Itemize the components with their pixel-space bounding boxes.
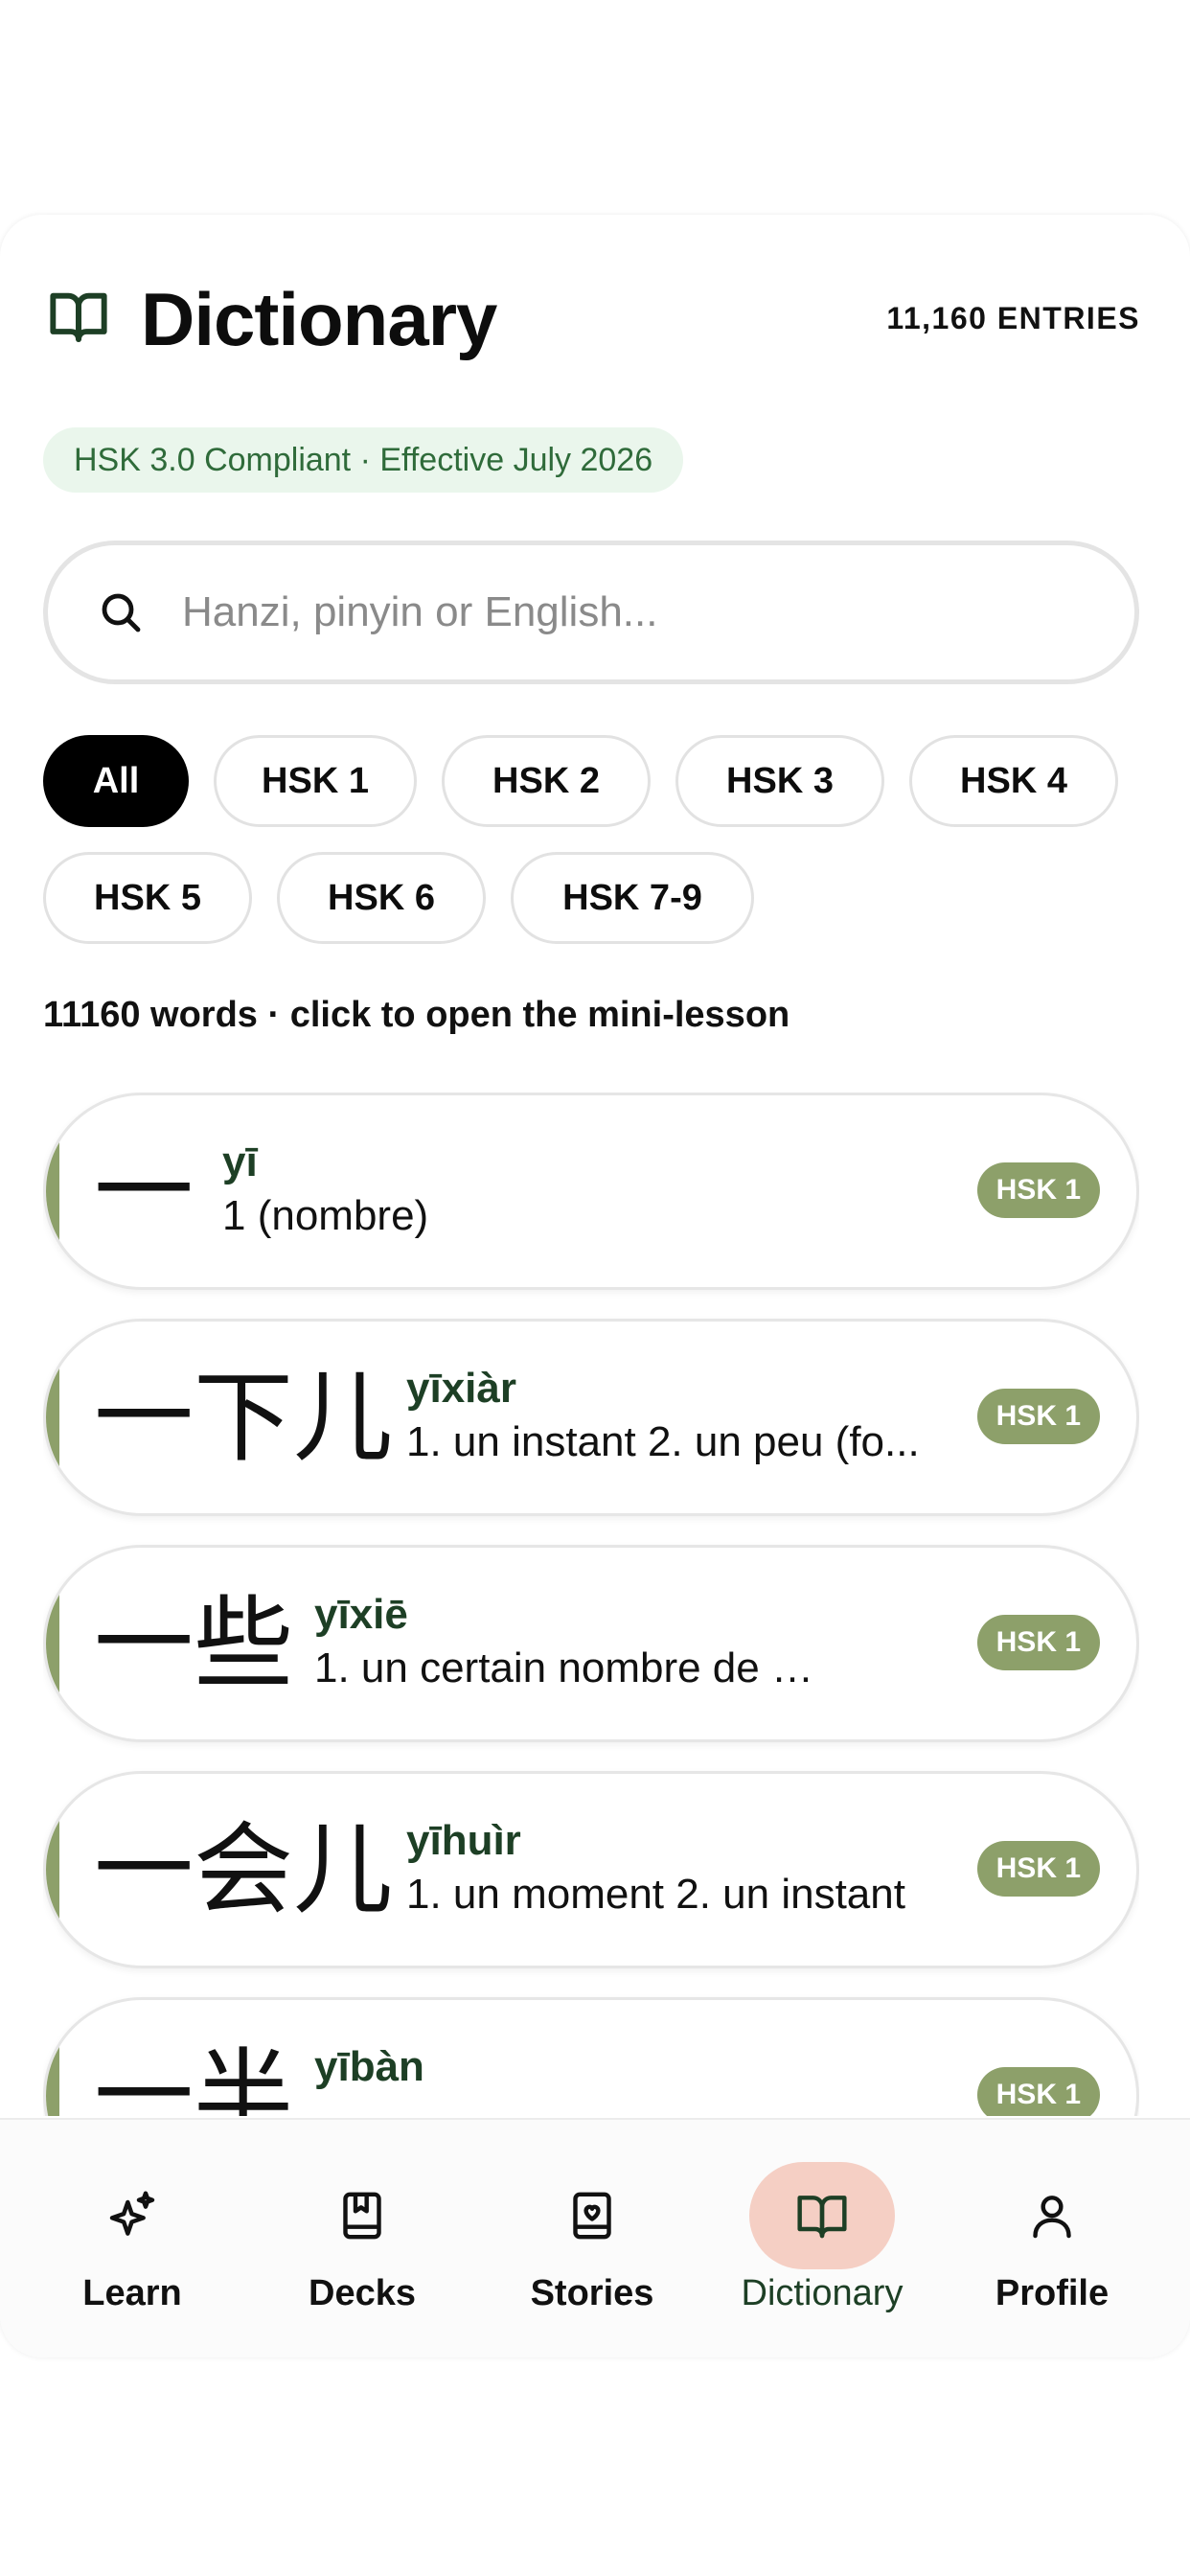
word-gloss: 1. un moment 2. un instant <box>406 1870 905 1918</box>
filter-chip-all[interactable]: All <box>43 735 189 827</box>
filter-chip-hsk4[interactable]: HSK 4 <box>909 735 1118 827</box>
word-pinyin: yīxiàr <box>406 1365 516 1412</box>
word-hanzi: 一会儿 <box>94 1811 394 1928</box>
entries-count: 11,160 ENTRIES <box>886 301 1140 335</box>
tab-label: Learn <box>82 2273 182 2313</box>
word-pinyin: yībàn <box>314 2043 424 2090</box>
word-gloss: 1. un instant 2. un peu (fo... <box>406 1417 920 1465</box>
open-book-icon <box>50 292 107 342</box>
tab-stories[interactable]: Stories <box>477 2162 707 2325</box>
filter-chip-hsk5[interactable]: HSK 5 <box>43 852 252 944</box>
tab-profile[interactable]: Profile <box>937 2162 1167 2325</box>
word-pinyin: yīhuìr <box>406 1817 521 1864</box>
word-hanzi: 一 <box>94 1133 195 1250</box>
level-badge: HSK 1 <box>976 2067 1100 2116</box>
bookmark-book-icon <box>343 2192 381 2240</box>
tab-label: Stories <box>530 2273 654 2313</box>
level-badge: HSK 1 <box>976 1841 1100 1897</box>
word-pinyin: yīxiē <box>314 1591 408 1638</box>
open-book-icon <box>797 2196 847 2239</box>
filter-chip-hsk7-9[interactable]: HSK 7-9 <box>511 852 754 944</box>
level-badge: HSK 1 <box>976 1615 1100 1670</box>
tab-label: Decks <box>309 2273 416 2313</box>
word-card[interactable]: 一下儿 yīxiàr 1. un instant 2. un peu (fo..… <box>43 1319 1139 1516</box>
user-icon <box>1033 2196 1071 2239</box>
tab-dictionary[interactable]: Dictionary <box>707 2162 937 2325</box>
word-hanzi: 一些 <box>94 1585 294 1702</box>
filter-chip-hsk3[interactable]: HSK 3 <box>675 735 884 827</box>
word-gloss: 1. un certain nombre de 2. que... <box>314 1644 832 1691</box>
search-input[interactable] <box>182 574 1044 651</box>
page-title: Dictionary <box>141 277 497 361</box>
compliance-badge: HSK 3.0 Compliant · Effective July 2026 <box>43 427 684 493</box>
word-gloss: 1 (nombre) <box>222 1191 429 1239</box>
word-hanzi: 一下儿 <box>94 1359 394 1476</box>
word-list: 一 yī 1 (nombre) HSK 1 一下儿 yīxiàr 1. un i… <box>43 1092 1139 2116</box>
word-card[interactable]: 一 yī 1 (nombre) HSK 1 <box>43 1092 1139 1290</box>
level-badge: HSK 1 <box>976 1162 1100 1218</box>
tab-learn[interactable]: Learn <box>17 2162 247 2325</box>
search-icon <box>102 593 141 632</box>
results-caption: 11160 words · click to open the mini-les… <box>43 995 790 1035</box>
word-pinyin: yī <box>222 1138 258 1185</box>
filter-chip-hsk2[interactable]: HSK 2 <box>442 735 651 827</box>
word-card[interactable]: 一半 yībàn HSK 1 <box>43 1997 1139 2116</box>
word-hanzi: 一半 <box>94 2037 294 2116</box>
word-card[interactable]: 一些 yīxiē 1. un certain nombre de 2. que.… <box>43 1545 1139 1742</box>
header: Dictionary 11,160 ENTRIES <box>43 272 1140 361</box>
tab-label: Dictionary <box>741 2273 904 2313</box>
level-badge: HSK 1 <box>976 1389 1100 1444</box>
heart-book-icon <box>573 2192 611 2240</box>
filter-chip-hsk6[interactable]: HSK 6 <box>277 852 486 944</box>
search-bar[interactable] <box>43 540 1139 684</box>
word-card[interactable]: 一会儿 yīhuìr 1. un moment 2. un instant HS… <box>43 1771 1139 1968</box>
tab-label: Profile <box>995 2273 1110 2313</box>
app-screen: Dictionary 11,160 ENTRIES HSK 3.0 Compli… <box>0 215 1190 2358</box>
sparkles-icon <box>109 2191 155 2236</box>
filter-chip-hsk1[interactable]: HSK 1 <box>214 735 417 827</box>
bottom-tab-bar: Learn Decks Stories Dictionary Profile <box>0 2118 1190 2358</box>
tab-decks[interactable]: Decks <box>247 2162 477 2325</box>
